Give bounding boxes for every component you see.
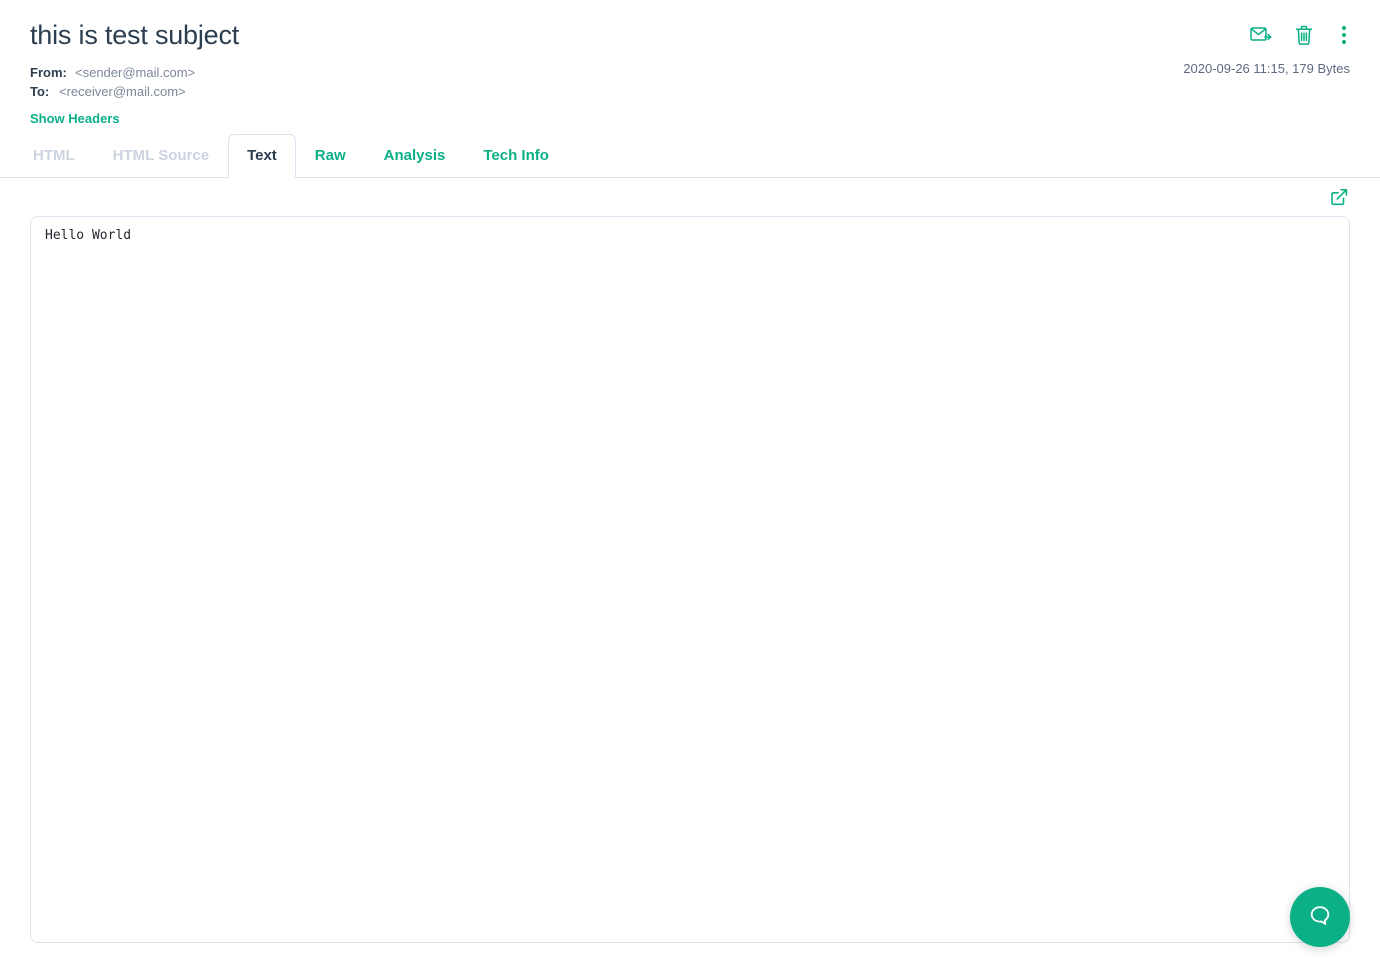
chat-bubble-icon xyxy=(1307,903,1333,932)
mail-viewer-app: this is test subject From: <sender@mail.c… xyxy=(0,0,1380,965)
to-label: To: xyxy=(30,82,54,101)
forward-message-button[interactable] xyxy=(1250,26,1272,44)
tab-html[interactable]: HTML xyxy=(14,134,94,178)
message-body-text: Hello World xyxy=(45,227,1335,245)
from-row: From: <sender@mail.com> xyxy=(30,63,1350,82)
to-value: <receiver@mail.com> xyxy=(59,84,186,99)
to-row: To: <receiver@mail.com> xyxy=(30,82,1350,101)
message-timestamp: 2020-09-26 11:15, 179 Bytes xyxy=(1183,61,1350,76)
from-label: From: xyxy=(30,63,70,82)
message-header: this is test subject From: <sender@mail.c… xyxy=(0,0,1380,136)
panel-toolbar xyxy=(30,178,1350,216)
external-link-icon xyxy=(1330,194,1348,209)
from-value: <sender@mail.com> xyxy=(75,65,195,80)
envelope-forward-icon xyxy=(1250,26,1272,44)
kebab-dot-2 xyxy=(1342,40,1346,44)
tab-analysis[interactable]: Analysis xyxy=(365,134,465,178)
message-meta: From: <sender@mail.com> To: <receiver@mail… xyxy=(30,63,1350,101)
help-beacon-button[interactable] xyxy=(1290,887,1350,947)
message-body-box[interactable]: Hello World xyxy=(30,216,1350,943)
tab-raw[interactable]: Raw xyxy=(296,134,365,178)
view-tabs: HTML HTML Source Text Raw Analysis Tech … xyxy=(0,136,1380,178)
header-actions xyxy=(1250,24,1352,46)
tab-tech-info[interactable]: Tech Info xyxy=(464,134,568,178)
page-title: this is test subject xyxy=(30,18,1350,53)
delete-message-button[interactable] xyxy=(1294,25,1314,46)
trash-icon xyxy=(1294,25,1314,46)
tab-html-source[interactable]: HTML Source xyxy=(94,134,228,178)
show-headers-link[interactable]: Show Headers xyxy=(30,111,120,126)
tab-text[interactable]: Text xyxy=(228,134,296,178)
open-in-new-window-button[interactable] xyxy=(1330,188,1348,206)
more-options-button[interactable] xyxy=(1336,24,1352,46)
kebab-dot-1 xyxy=(1342,33,1346,37)
kebab-menu-icon xyxy=(1342,26,1346,30)
content-panel: Hello World xyxy=(0,178,1380,943)
